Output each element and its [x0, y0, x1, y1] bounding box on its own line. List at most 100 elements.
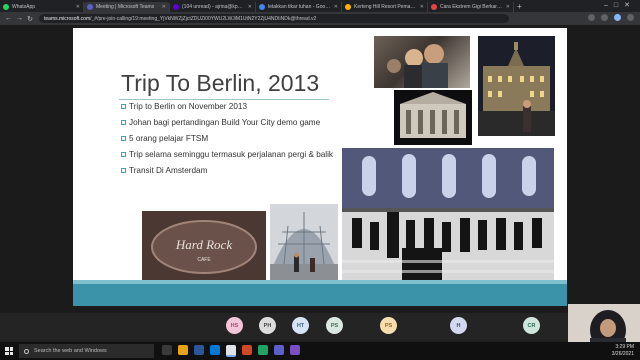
browser-tab-strip: WhatsApp ✕ Meeting | Microsoft Teams ✕ (…	[0, 0, 640, 12]
hard-rock-image: Hard Rock CAFE	[142, 211, 266, 281]
google-icon	[259, 4, 265, 10]
palace-image	[478, 42, 555, 136]
window-controls[interactable]: –□✕	[604, 1, 636, 9]
self-video-thumbnail[interactable]	[568, 304, 640, 344]
avatar-initials: HS	[230, 322, 239, 329]
orchestra-image	[342, 148, 554, 280]
site-icon	[431, 4, 437, 10]
back-icon[interactable]: ←	[5, 15, 12, 22]
close-icon[interactable]: ✕	[334, 4, 338, 10]
browser-tab-yahoo-mail[interactable]: (104 unread) - ajrina@kpm... ✕	[170, 2, 256, 12]
participant-avatar[interactable]: H	[450, 317, 467, 334]
browser-tab-article[interactable]: Cara Ekstrem Gigi Berkarat K... ✕	[428, 2, 514, 12]
building-image	[400, 92, 466, 138]
browser-tab-google-search[interactable]: letakkan tikar tuhan - Google... ✕	[256, 2, 342, 12]
tab-label: (104 unread) - ajrina@kpm...	[182, 4, 246, 10]
hard-rock-logo-text: Hard Rock	[175, 237, 232, 252]
address-toolbar: ← → ↻ teams.microsoft.com/_#/pre-join-ca…	[0, 12, 640, 25]
profile-avatar-icon[interactable]	[614, 14, 621, 21]
bullet-item: Johan bagi pertandingan Build Your City …	[121, 118, 341, 128]
browser-tab-resort[interactable]: Kerteng Hill Resort Pemak Ka... ✕	[342, 2, 428, 12]
photo-hard-rock-cafe: Hard Rock CAFE	[142, 211, 266, 281]
clock-date: 3/26/2021	[611, 351, 634, 357]
app-icon[interactable]	[290, 345, 300, 355]
new-tab-icon[interactable]: +	[517, 2, 522, 11]
app-icon[interactable]	[258, 345, 268, 355]
taskbar-pinned-apps	[162, 345, 300, 357]
powerpoint-icon[interactable]	[242, 345, 252, 355]
search-icon	[24, 348, 29, 354]
avatar-initials: CR	[527, 322, 536, 329]
photo-reichstag-dome	[270, 204, 338, 281]
tab-label: Meeting | Microsoft Teams	[96, 4, 155, 10]
reload-icon[interactable]: ↻	[27, 15, 33, 23]
avatar-initials: H	[456, 322, 461, 329]
bullet-item: Trip to Berlin on November 2013	[121, 102, 341, 112]
participant-avatar[interactable]: PS	[380, 317, 397, 334]
meeting-stage: Trip To Berlin, 2013 Trip to Berlin on N…	[0, 25, 640, 313]
task-view-icon[interactable]	[162, 345, 172, 355]
slide-title: Trip To Berlin, 2013	[121, 70, 320, 96]
system-tray-clock[interactable]: 3:29 PM 3/26/2021	[612, 344, 634, 358]
bullet-text: 5 orang pelajar FTSM	[129, 134, 209, 143]
menu-kebab-icon[interactable]	[627, 14, 634, 21]
close-icon[interactable]: ✕	[506, 4, 510, 10]
participant-avatar[interactable]: PS	[326, 317, 343, 334]
close-icon[interactable]: ✕	[162, 4, 166, 10]
yahoo-mail-icon	[173, 4, 179, 10]
photo-group-selfie	[374, 36, 470, 88]
forward-icon[interactable]: →	[16, 15, 23, 22]
group-selfie-image	[387, 44, 448, 88]
participant-avatar[interactable]: PH	[259, 317, 276, 334]
slide-footer-band	[73, 284, 567, 306]
url-path: /_#/pre-join-calling/19:meeting_YjVkNWZj…	[90, 15, 317, 22]
extension-icon[interactable]	[588, 14, 595, 21]
bookmark-star-icon[interactable]	[601, 14, 608, 21]
bullet-box-icon	[121, 168, 126, 173]
avatar-initials: HT	[296, 322, 305, 329]
bullet-text: Trip to Berlin on November 2013	[129, 102, 248, 111]
url-host: teams.microsoft.com	[44, 15, 91, 22]
hard-rock-sub-text: CAFE	[197, 257, 211, 263]
self-video-image	[568, 304, 640, 344]
title-divider	[119, 99, 329, 100]
windows-taskbar: Search the web and Windows 3:29 PM 3/26/…	[0, 342, 640, 360]
bullet-item: 5 orang pelajar FTSM	[121, 134, 341, 144]
teams-icon[interactable]	[274, 345, 284, 355]
bullet-box-icon	[121, 104, 126, 109]
photo-palace-night	[478, 36, 555, 136]
bullet-list: Trip to Berlin on November 2013 Johan ba…	[121, 102, 341, 182]
participant-avatar[interactable]: HT	[292, 317, 309, 334]
taskbar-search-box[interactable]: Search the web and Windows	[19, 344, 154, 358]
avatar-initials: PS	[384, 322, 393, 329]
bullet-item: Transit Di Amsterdam	[121, 166, 341, 176]
store-icon[interactable]	[210, 345, 220, 355]
whatsapp-icon	[3, 4, 9, 10]
search-placeholder: Search the web and Windows	[34, 348, 107, 354]
file-explorer-icon[interactable]	[178, 345, 188, 355]
shared-slide: Trip To Berlin, 2013 Trip to Berlin on N…	[73, 28, 567, 306]
participants-bar: HS PH HT PS PS H CR	[0, 313, 640, 340]
bullet-box-icon	[121, 136, 126, 141]
browser-tab-teams[interactable]: Meeting | Microsoft Teams ✕	[84, 2, 170, 12]
close-icon[interactable]: ✕	[420, 4, 424, 10]
bullet-text: Trip selama seminggu termasuk perjalanan…	[129, 150, 334, 159]
participant-avatar[interactable]: CR	[523, 317, 540, 334]
chrome-icon[interactable]	[226, 345, 236, 357]
bullet-box-icon	[121, 152, 126, 157]
close-icon[interactable]: ✕	[76, 4, 80, 10]
site-icon	[345, 4, 351, 10]
clock-time: 3:29 PM	[615, 344, 634, 350]
bullet-item: Trip selama seminggu termasuk perjalanan…	[121, 150, 341, 160]
close-icon[interactable]: ✕	[248, 4, 252, 10]
url-bar[interactable]: teams.microsoft.com/_#/pre-join-calling/…	[39, 14, 509, 23]
avatar-initials: PS	[330, 322, 339, 329]
url-text: teams.microsoft.com/_#/pre-join-calling/…	[44, 16, 316, 22]
tab-label: WhatsApp	[12, 4, 36, 10]
browser-tab-whatsapp[interactable]: WhatsApp ✕	[0, 2, 84, 12]
word-icon[interactable]	[194, 345, 204, 355]
tab-label: Cara Ekstrem Gigi Berkarat K...	[440, 4, 504, 10]
photo-orchestra-hall	[342, 148, 554, 280]
participant-avatar[interactable]: HS	[226, 317, 243, 334]
windows-start-icon[interactable]	[5, 347, 13, 355]
